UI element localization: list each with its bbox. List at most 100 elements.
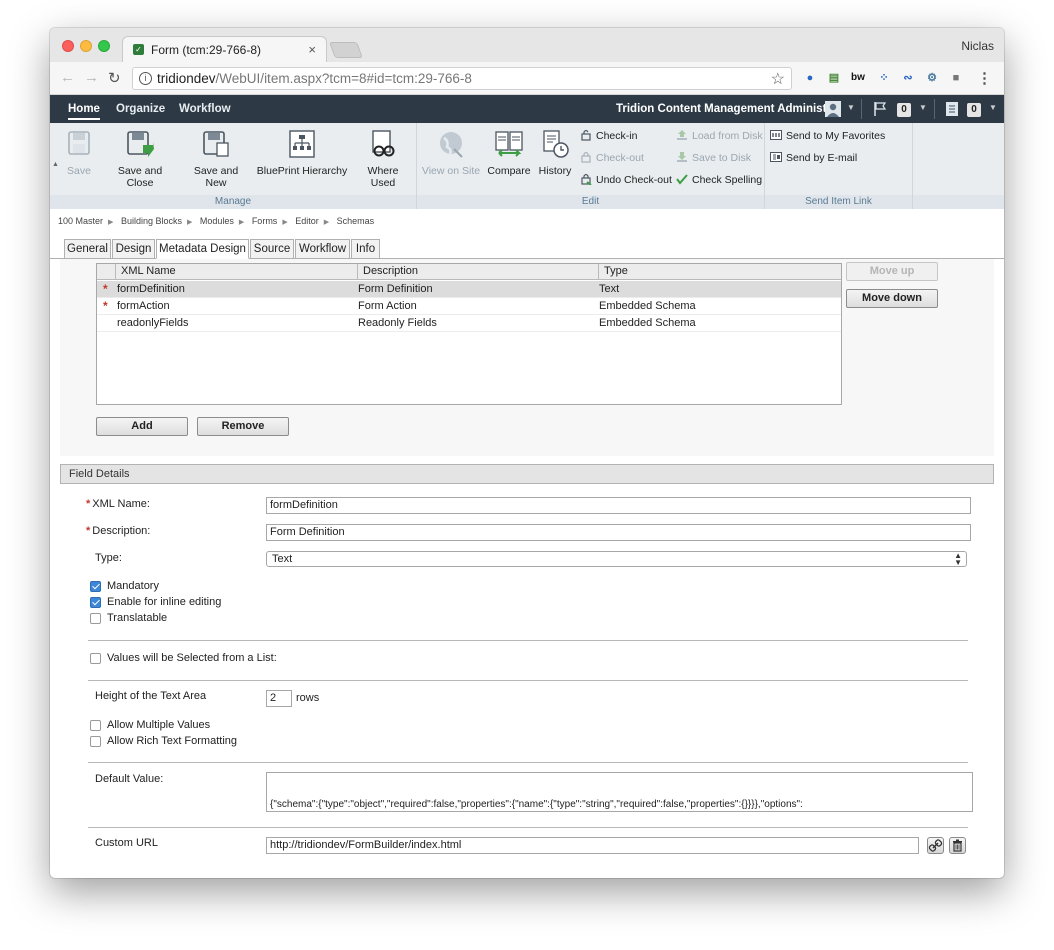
- tab-workflow[interactable]: Workflow: [295, 239, 350, 259]
- save-and-new-button[interactable]: Save and New: [190, 129, 242, 189]
- tab-metadata-design[interactable]: Metadata Design: [156, 239, 249, 259]
- save-button[interactable]: Save: [64, 129, 94, 177]
- extension-page-icon[interactable]: ▤: [826, 70, 842, 86]
- extension-globe-icon[interactable]: ●: [802, 70, 818, 86]
- text-area-height-input[interactable]: 2: [266, 690, 292, 707]
- default-value-textarea[interactable]: {"schema":{"type":"object","required":fa…: [266, 772, 973, 812]
- tab-info[interactable]: Info: [351, 239, 380, 259]
- translatable-label: Translatable: [107, 612, 168, 624]
- type-select[interactable]: Text ▲ ▼: [266, 551, 967, 567]
- flag-menu-chevron-down-icon[interactable]: ▼: [919, 103, 927, 112]
- address-url[interactable]: tridiondev/WebUI/item.aspx?tcm=8#id=tcm:…: [157, 71, 472, 86]
- check-out-button[interactable]: Check-out: [580, 151, 644, 164]
- fields-table[interactable]: XML Name Description Type * formDefiniti…: [96, 263, 842, 405]
- rich-text-checkbox[interactable]: [90, 736, 101, 747]
- forward-arrow-icon[interactable]: →: [84, 69, 99, 86]
- new-tab-button[interactable]: [329, 42, 363, 58]
- load-from-disk-button[interactable]: Load from Disk: [676, 129, 763, 142]
- table-row[interactable]: * formAction Form Action Embedded Schema: [97, 298, 841, 315]
- xml-name-field[interactable]: formDefinition: [266, 497, 971, 514]
- reload-icon[interactable]: ↻: [108, 69, 121, 87]
- tab-close-icon[interactable]: ×: [308, 42, 316, 57]
- values-from-list-checkbox[interactable]: [90, 653, 101, 664]
- send-to-favorites-button[interactable]: Send to My Favorites: [770, 129, 885, 142]
- save-to-disk-button[interactable]: Save to Disk: [676, 151, 751, 164]
- send-to-favorites-label: Send to My Favorites: [786, 130, 886, 142]
- check-out-label: Check-out: [596, 152, 644, 164]
- translatable-checkbox[interactable]: [90, 613, 101, 624]
- browser-menu-icon[interactable]: ⋮: [977, 69, 992, 87]
- list-menu-chevron-down-icon[interactable]: ▼: [989, 103, 997, 112]
- tab-design[interactable]: Design: [112, 239, 155, 259]
- description-field[interactable]: Form Definition: [266, 524, 971, 541]
- extension-bw-icon[interactable]: bw: [850, 70, 866, 86]
- text-area-height-label: Height of the Text Area: [95, 690, 207, 702]
- delete-button[interactable]: [949, 837, 966, 854]
- profile-name[interactable]: Niclas: [961, 39, 994, 53]
- compare-label: Compare: [487, 165, 531, 177]
- breadcrumb-item[interactable]: Forms: [252, 216, 278, 226]
- breadcrumb-item[interactable]: Editor: [295, 216, 319, 226]
- breadcrumb: 100 Master ▶ Building Blocks ▶ Modules ▶ Fo…: [58, 216, 374, 226]
- minimize-window-button[interactable]: [80, 40, 92, 52]
- move-up-button[interactable]: Move up: [846, 262, 938, 281]
- check-in-button[interactable]: Check-in: [580, 129, 637, 142]
- save-and-close-button[interactable]: Save and Close: [104, 129, 176, 189]
- blueprint-hierarchy-button[interactable]: BluePrint Hierarchy: [256, 129, 348, 177]
- mandatory-checkbox[interactable]: [90, 581, 101, 592]
- user-icon[interactable]: [825, 101, 841, 117]
- send-by-email-button[interactable]: Send by E-mail: [770, 151, 857, 164]
- inline-editing-checkbox[interactable]: [90, 597, 101, 608]
- back-arrow-icon[interactable]: ←: [60, 69, 75, 86]
- tab-source[interactable]: Source: [250, 239, 294, 259]
- clipboard-list-icon[interactable]: [945, 101, 959, 117]
- browser-tab[interactable]: ✓ Form (tcm:29-766-8) ×: [122, 36, 327, 63]
- nav-workflow[interactable]: Workflow: [179, 103, 231, 115]
- multiple-values-checkbox[interactable]: [90, 720, 101, 731]
- row-type: Embedded Schema: [599, 300, 696, 312]
- breadcrumb-item[interactable]: Building Blocks: [121, 216, 182, 226]
- custom-url-field[interactable]: http://tridiondev/FormBuilder/index.html: [266, 837, 919, 854]
- blueprint-hierarchy-icon: [289, 130, 315, 158]
- remove-button[interactable]: Remove: [197, 417, 289, 436]
- breadcrumb-item[interactable]: Modules: [200, 216, 234, 226]
- column-header-description[interactable]: Description: [357, 264, 598, 280]
- undo-check-out-button[interactable]: Undo Check-out: [580, 173, 672, 186]
- table-row[interactable]: * formDefinition Form Definition Text: [97, 281, 841, 298]
- nav-home[interactable]: Home: [68, 103, 100, 120]
- extension-dots-icon[interactable]: ⁘: [876, 70, 892, 86]
- view-on-site-button[interactable]: View on Site: [421, 129, 481, 177]
- check-spelling-button[interactable]: Check Spelling: [676, 173, 762, 186]
- info-icon[interactable]: i: [139, 72, 152, 85]
- flag-icon[interactable]: [873, 101, 887, 117]
- column-header-xml-name[interactable]: XML Name: [115, 264, 357, 280]
- zoom-window-button[interactable]: [98, 40, 110, 52]
- move-down-button[interactable]: Move down: [846, 289, 938, 308]
- compare-button[interactable]: Compare: [486, 129, 532, 177]
- where-used-button[interactable]: Where Used: [354, 129, 412, 189]
- user-menu-chevron-down-icon[interactable]: ▼: [847, 103, 855, 112]
- section-divider: [88, 680, 968, 681]
- save-and-new-icon: [203, 131, 229, 157]
- address-bar[interactable]: i tridiondev/WebUI/item.aspx?tcm=8#id=tc…: [132, 67, 792, 90]
- ribbon-collapse-chevron-icon[interactable]: ▲: [52, 161, 59, 168]
- column-header-type[interactable]: Type: [598, 264, 841, 280]
- breadcrumb-item[interactable]: Schemas: [337, 216, 375, 226]
- extension-square-icon[interactable]: ■: [948, 70, 964, 86]
- tab-general[interactable]: General: [64, 239, 111, 259]
- where-used-icon: [372, 130, 395, 157]
- extension-wave-icon[interactable]: ∾: [900, 70, 916, 86]
- history-button[interactable]: History: [537, 129, 573, 177]
- table-row[interactable]: readonlyFields Readonly Fields Embedded …: [97, 315, 841, 332]
- bookmark-star-icon[interactable]: ☆: [771, 69, 785, 89]
- nav-organize[interactable]: Organize: [116, 103, 165, 115]
- extension-gear-icon[interactable]: ⚙: [924, 70, 940, 86]
- close-window-button[interactable]: [62, 40, 74, 52]
- save-label: Save: [67, 165, 91, 177]
- lock-icon: [581, 151, 591, 163]
- add-button[interactable]: Add: [96, 417, 188, 436]
- edit-group-label: Edit: [417, 195, 764, 209]
- xml-name-label-text: XML Name:: [92, 498, 150, 510]
- link-button[interactable]: [927, 837, 944, 854]
- breadcrumb-item[interactable]: 100 Master: [58, 216, 103, 226]
